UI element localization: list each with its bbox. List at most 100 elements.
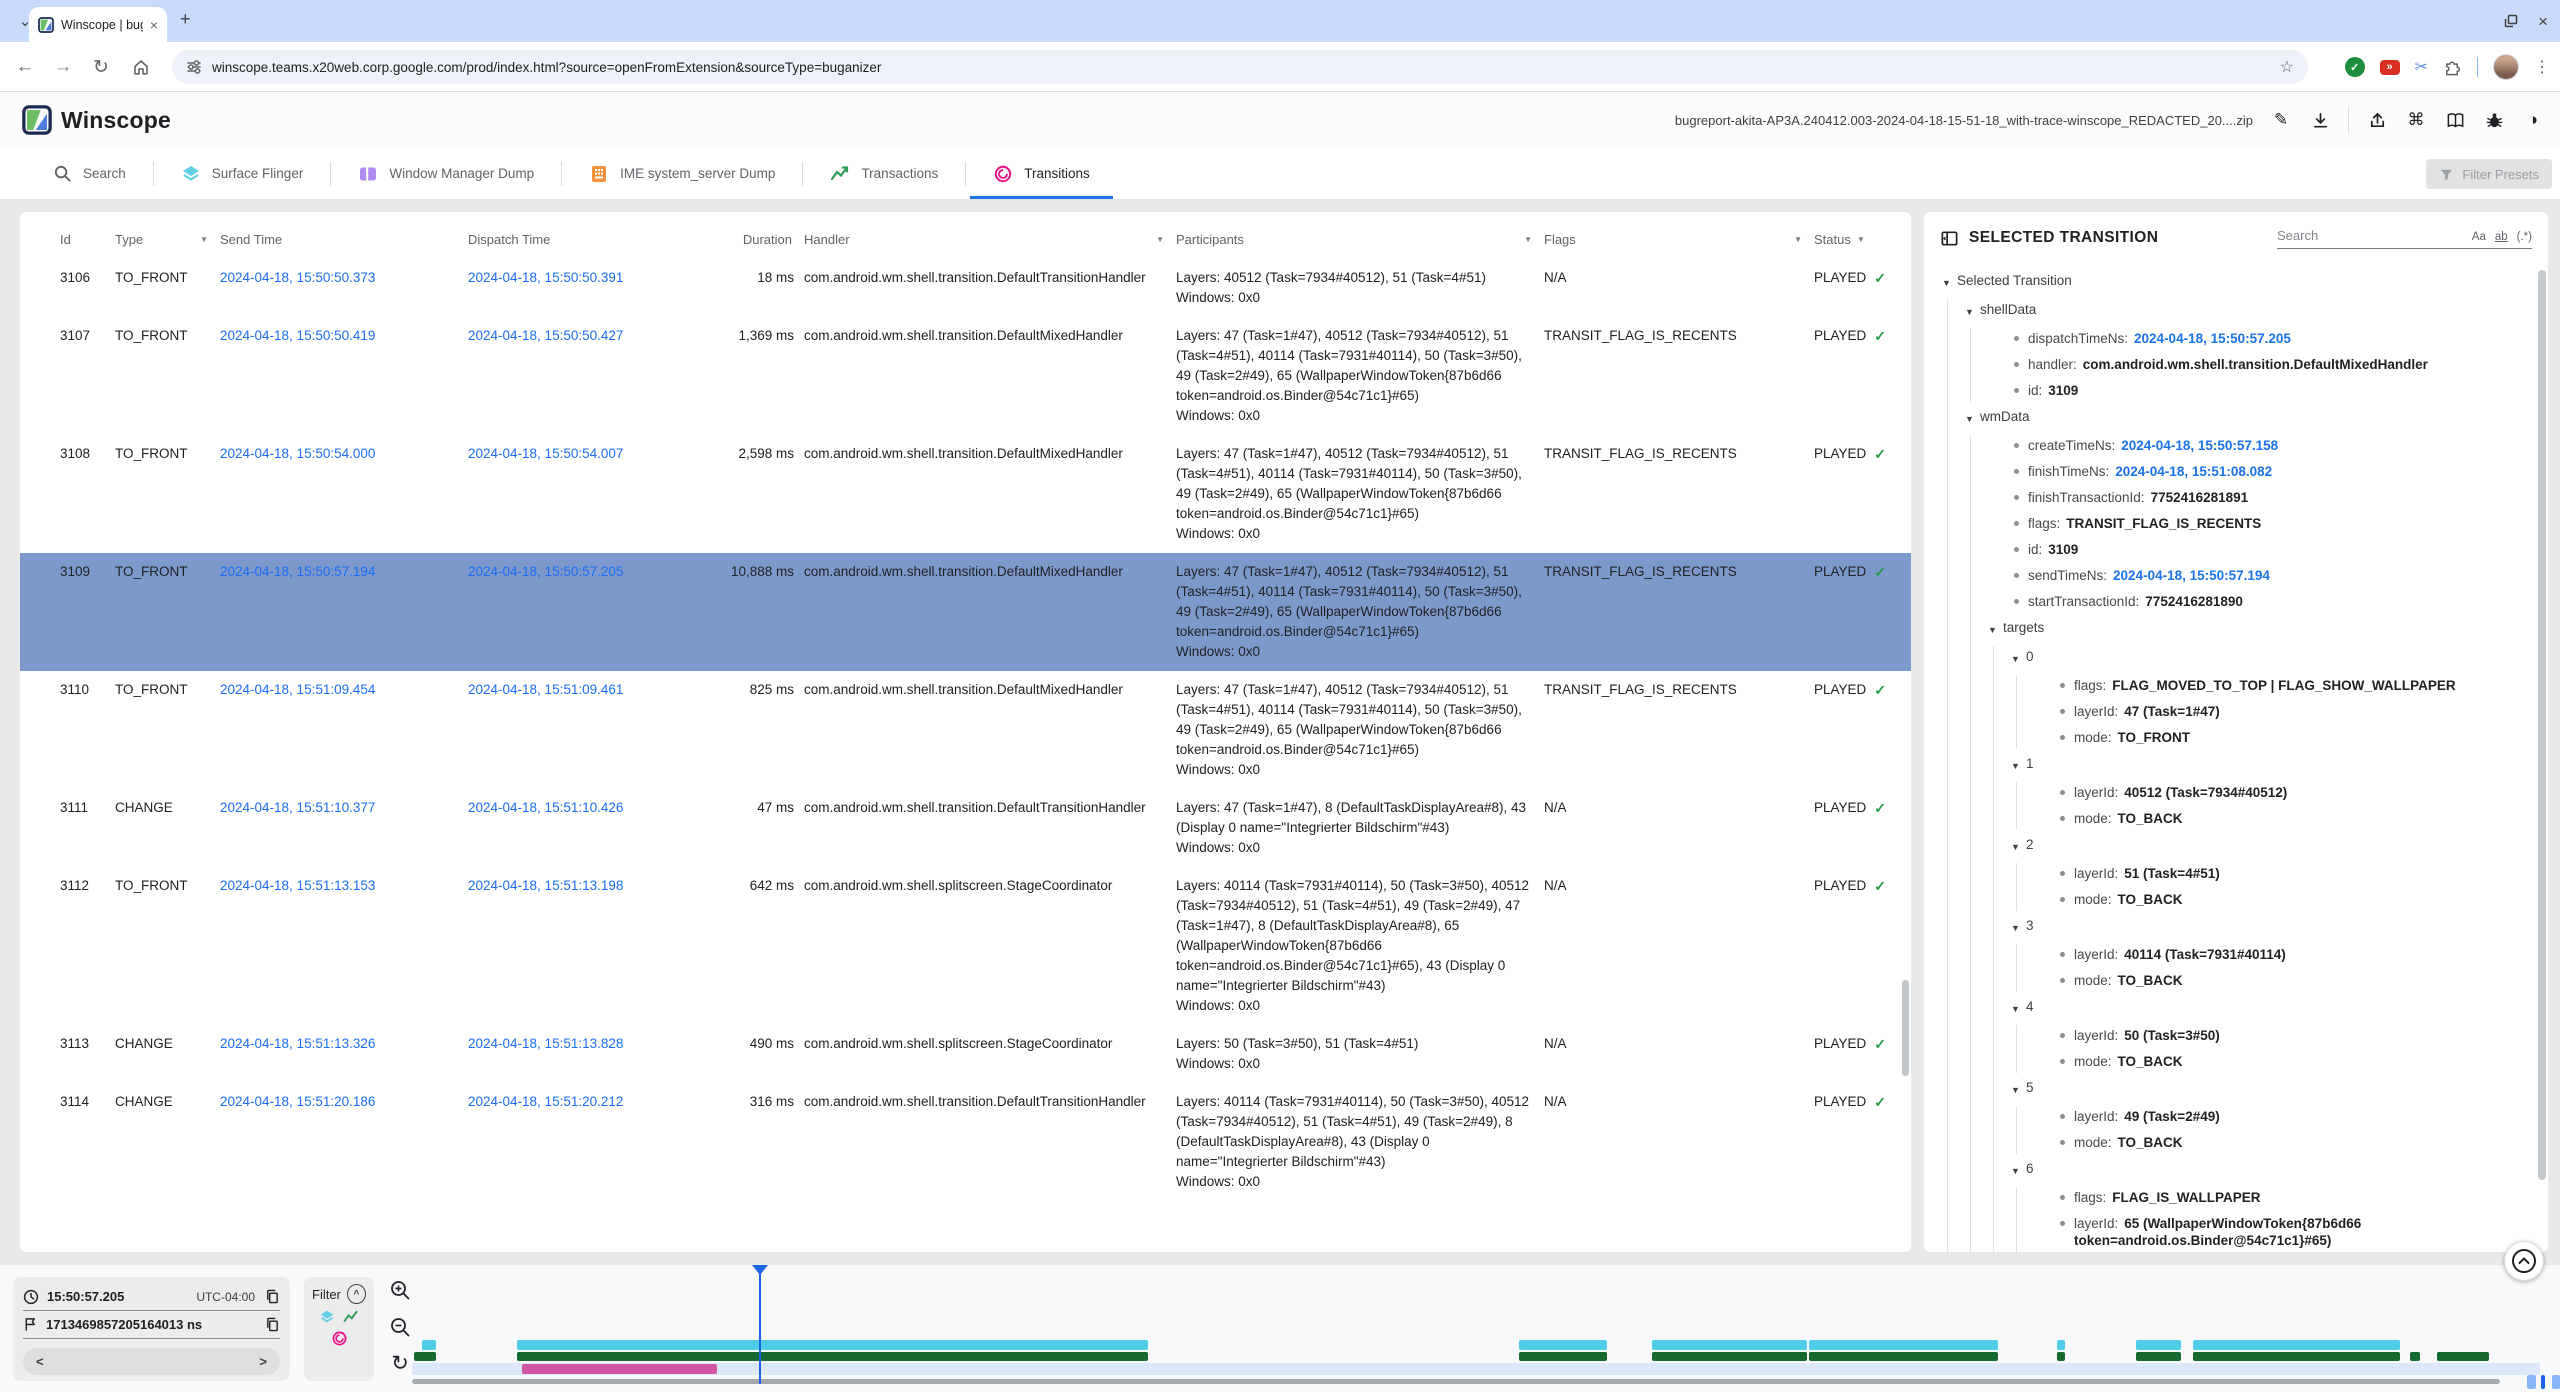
transitions-filter-icon[interactable] [331, 1330, 348, 1347]
dispatch-time-link[interactable]: 2024-04-18, 15:50:57.205 [468, 564, 623, 579]
properties-scrollbar[interactable] [2538, 270, 2546, 1180]
expand-arrow-icon[interactable]: ▼ [2011, 1163, 2026, 1180]
range-handle[interactable] [2527, 1375, 2536, 1389]
tree-node[interactable]: mode:TO_BACK [1924, 968, 2534, 994]
tree-node[interactable]: id:3109 [1924, 537, 2534, 563]
column-header-send-time[interactable]: Send Time [220, 232, 468, 247]
tab-window-manager-dump[interactable]: Window Manager Dump [331, 148, 561, 199]
dispatch-time-link[interactable]: 2024-04-18, 15:51:13.828 [468, 1036, 623, 1051]
send-time-link[interactable]: 2024-04-18, 15:50:50.419 [220, 328, 375, 343]
copy-time-button[interactable] [265, 1289, 280, 1304]
tab-search[interactable]: Search [26, 148, 153, 199]
surface-flinger-segment[interactable] [2057, 1340, 2065, 1350]
dispatch-time-link[interactable]: 2024-04-18, 15:51:20.212 [468, 1094, 623, 1109]
profile-avatar[interactable] [2493, 54, 2519, 80]
tree-node[interactable]: ▼shellData [1924, 297, 2534, 326]
properties-search-input[interactable] [2277, 228, 2463, 243]
transaction-segment[interactable] [1519, 1352, 1607, 1361]
download-trace-button[interactable] [2309, 109, 2331, 131]
tree-node[interactable]: layerId:65 (WallpaperWindowToken{87b6d66… [1924, 1211, 2534, 1252]
filter-caret-icon[interactable]: ▼ [1857, 235, 1865, 244]
expand-arrow-icon[interactable]: ▼ [2011, 1082, 2026, 1099]
surface-flinger-filter-icon[interactable] [319, 1309, 335, 1325]
expand-arrow-icon[interactable]: ▼ [2011, 651, 2026, 668]
tree-node[interactable]: mode:TO_FRONT [1924, 725, 2534, 751]
filter-caret-icon[interactable]: ▼ [1524, 235, 1532, 244]
timeline-cursor-line[interactable] [759, 1265, 761, 1384]
tree-node[interactable]: flags:TRANSIT_FLAG_IS_RECENTS [1924, 511, 2534, 537]
surface-flinger-segment[interactable] [1652, 1340, 1807, 1350]
table-row[interactable]: 3107TO_FRONT2024-04-18, 15:50:50.4192024… [20, 317, 1911, 435]
tree-node[interactable]: layerId:49 (Task=2#49) [1924, 1104, 2534, 1130]
timeline-canvas[interactable] [412, 1265, 2560, 1392]
browser-tab[interactable]: Winscope | bugreport-ak × [29, 7, 167, 42]
tree-node[interactable]: layerId:47 (Task=1#47) [1924, 699, 2534, 725]
tree-node[interactable]: startTransactionId:7752416281890 [1924, 589, 2534, 615]
tree-node[interactable]: flags:FLAG_IS_WALLPAPER [1924, 1185, 2534, 1211]
tree-node[interactable]: finishTransactionId:7752416281891 [1924, 485, 2534, 511]
scroll-to-top-button[interactable] [2504, 1241, 2544, 1281]
tree-node[interactable]: createTimeNs:2024-04-18, 15:50:57.158 [1924, 433, 2534, 459]
table-row[interactable]: 3108TO_FRONT2024-04-18, 15:50:54.0002024… [20, 435, 1911, 553]
reload-button[interactable]: ↻ [84, 42, 118, 92]
prev-entry-button[interactable]: < [36, 1354, 44, 1369]
tree-node[interactable]: finishTimeNs:2024-04-18, 15:51:08.082 [1924, 459, 2534, 485]
send-time-link[interactable]: 2024-04-18, 15:51:13.153 [220, 878, 375, 893]
filter-collapse-button[interactable]: ^ [347, 1284, 366, 1304]
expand-arrow-icon[interactable]: ▼ [1965, 411, 1980, 428]
surface-flinger-segment[interactable] [2136, 1340, 2181, 1350]
tab-close-button[interactable]: × [150, 18, 158, 32]
surface-flinger-segment[interactable] [517, 1340, 1148, 1350]
transaction-segment[interactable] [2193, 1352, 2400, 1361]
dispatch-time-link[interactable]: 2024-04-18, 15:50:50.427 [468, 328, 623, 343]
tree-node[interactable]: sendTimeNs:2024-04-18, 15:50:57.194 [1924, 563, 2534, 589]
tab-transitions[interactable]: Transitions [966, 148, 1117, 199]
column-header-handler[interactable]: Handler▼ [804, 232, 1176, 247]
column-header-participants[interactable]: Participants▼ [1176, 232, 1544, 247]
extension-video-button[interactable]: » [2380, 60, 2400, 75]
close-window-button[interactable]: × [2538, 13, 2548, 30]
tree-node[interactable]: ▼3 [1924, 913, 2534, 942]
range-marker[interactable] [2541, 1375, 2545, 1389]
tree-node[interactable]: ▼0 [1924, 644, 2534, 673]
expand-arrow-icon[interactable]: ▼ [1988, 622, 2003, 639]
tree-node[interactable]: mode:TO_BACK [1924, 806, 2534, 832]
column-header-dispatch-time[interactable]: Dispatch Time [468, 232, 716, 247]
send-time-link[interactable]: 2024-04-18, 15:51:13.326 [220, 1036, 375, 1051]
send-time-link[interactable]: 2024-04-18, 15:51:20.186 [220, 1094, 375, 1109]
column-header-flags[interactable]: Flags▼ [1544, 232, 1814, 247]
tree-node[interactable]: id:3109 [1924, 378, 2534, 404]
surface-flinger-segment[interactable] [422, 1340, 436, 1350]
extension-check-button[interactable]: ✓ [2345, 57, 2365, 77]
table-row[interactable]: 3113CHANGE2024-04-18, 15:51:13.3262024-0… [20, 1025, 1911, 1083]
transaction-segment[interactable] [2057, 1352, 2065, 1361]
expand-arrow-icon[interactable]: ▼ [1942, 275, 1957, 292]
tree-node[interactable]: mode:TO_BACK [1924, 1049, 2534, 1075]
match-word-toggle[interactable]: ab [2495, 231, 2508, 243]
filter-caret-icon[interactable]: ▼ [200, 235, 208, 244]
tree-node[interactable]: ▼1 [1924, 751, 2534, 780]
tab-transactions[interactable]: Transactions [803, 148, 965, 199]
transaction-segment[interactable] [1652, 1352, 1807, 1361]
expand-arrow-icon[interactable]: ▼ [2011, 920, 2026, 937]
table-row[interactable]: 3106TO_FRONT2024-04-18, 15:50:50.3732024… [20, 259, 1911, 317]
upload-trace-button[interactable] [2366, 109, 2388, 131]
zoom-out-button[interactable] [389, 1316, 411, 1338]
reset-zoom-button[interactable]: ↻ [391, 1353, 409, 1374]
extensions-menu-button[interactable] [2443, 58, 2462, 77]
table-scrollbar[interactable] [1902, 980, 1909, 1076]
tree-node[interactable]: flags:FLAG_MOVED_TO_TOP | FLAG_SHOW_WALL… [1924, 673, 2534, 699]
transaction-segment[interactable] [517, 1352, 1148, 1361]
column-header-status[interactable]: Status▼ [1814, 232, 1909, 247]
expand-arrow-icon[interactable]: ▼ [2011, 839, 2026, 856]
tree-node[interactable]: ▼5 [1924, 1075, 2534, 1104]
regex-toggle[interactable]: (.*) [2517, 231, 2532, 243]
filter-caret-icon[interactable]: ▼ [1156, 235, 1164, 244]
transaction-segment[interactable] [2410, 1352, 2420, 1361]
edit-trace-button[interactable]: ✎ [2270, 109, 2292, 131]
next-entry-button[interactable]: > [259, 1354, 267, 1369]
tree-node[interactable]: mode:TO_BACK [1924, 887, 2534, 913]
dispatch-time-link[interactable]: 2024-04-18, 15:50:54.007 [468, 446, 623, 461]
dispatch-time-link[interactable]: 2024-04-18, 15:50:50.391 [468, 270, 623, 285]
zoom-in-button[interactable] [389, 1279, 411, 1301]
